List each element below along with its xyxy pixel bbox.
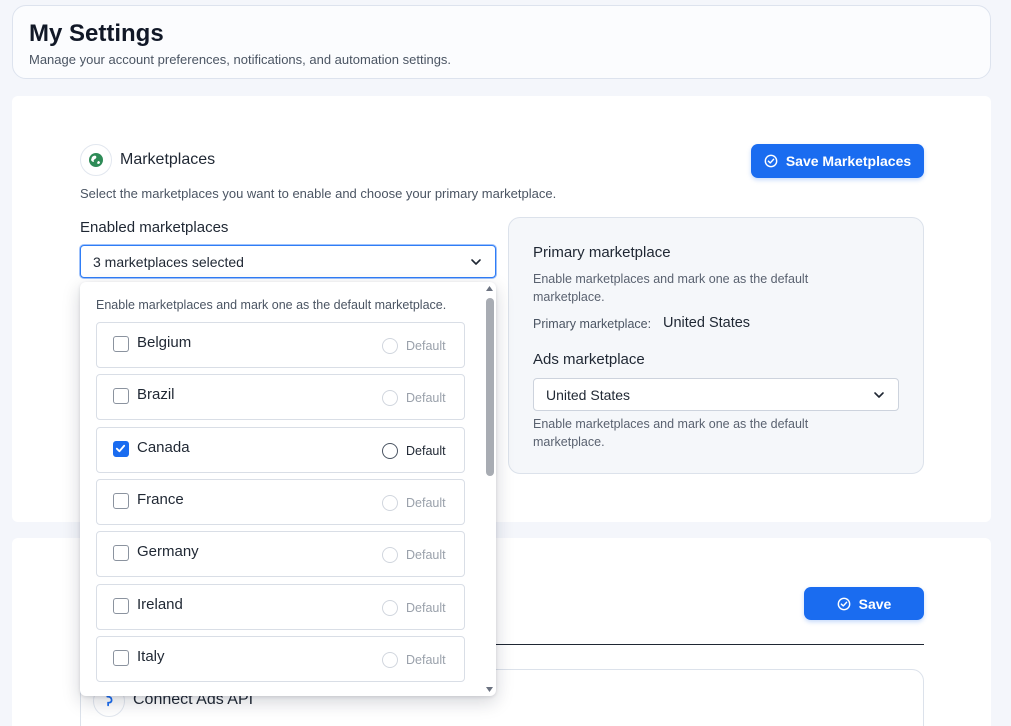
marketplace-name: Canada [137,439,190,456]
marketplace-name: Ireland [137,596,183,613]
marketplace-checkbox[interactable] [113,336,129,352]
scroll-down-arrow-icon[interactable] [485,685,494,694]
checkmark-icon [115,444,126,453]
save-button[interactable]: Save [804,587,924,620]
page-subtitle: Manage your account preferences, notific… [29,52,452,67]
primary-marketplace-hint: Enable marketplaces and mark one as the … [533,272,809,304]
check-circle-icon [837,597,851,610]
default-label: Default [406,339,446,353]
check-circle-icon [764,154,778,168]
enabled-marketplaces-value: 3 marketplaces selected [93,253,244,270]
marketplace-option[interactable]: Brazil Default [96,374,465,420]
primary-marketplace-current-value: United States [663,315,751,331]
chevron-down-icon [874,391,884,398]
marketplace-checkbox[interactable] [113,388,129,404]
default-radio [382,390,398,406]
default-label: Default [406,496,446,510]
marketplace-name: France [137,491,184,508]
marketplace-checkbox[interactable] [113,650,129,666]
ads-marketplace-value: United States [546,386,631,403]
enabled-marketplaces-label: Enabled marketplaces [80,219,229,236]
default-label: Default [406,548,446,562]
scroll-thumb[interactable] [486,298,494,476]
marketplace-name: Germany [137,543,199,560]
default-label: Default [406,444,446,458]
default-label: Default [406,601,446,615]
default-radio[interactable] [382,443,398,459]
save-label: Save [858,595,892,612]
globe-icon [80,144,112,176]
chevron-down-icon [471,258,481,265]
save-marketplaces-label: Save Marketplaces [785,153,912,169]
ads-marketplace-title: Ads marketplace [533,351,645,368]
default-label: Default [406,391,446,405]
marketplace-name: Brazil [137,386,175,403]
default-radio [382,652,398,668]
marketplace-checkbox[interactable] [113,598,129,614]
marketplace-option[interactable]: Belgium Default [96,322,465,368]
dropdown-hint: Enable marketplaces and mark one as the … [96,298,447,312]
marketplace-name: Belgium [137,334,192,351]
default-label: Default [406,653,446,667]
default-radio [382,495,398,511]
marketplace-checkbox[interactable] [113,441,129,457]
ads-marketplace-select[interactable]: United States [533,378,899,411]
default-radio [382,547,398,563]
marketplace-option[interactable]: France Default [96,479,465,525]
page-header: My Settings Manage your account preferen… [12,5,991,79]
marketplace-checkbox[interactable] [113,493,129,509]
primary-marketplace-current-label: Primary marketplace: [533,317,652,331]
marketplace-checkbox[interactable] [113,545,129,561]
primary-marketplace-panel: Primary marketplace Enable marketplaces … [508,217,924,474]
dropdown-scrollbar[interactable] [483,282,496,696]
save-marketplaces-button[interactable]: Save Marketplaces [751,144,924,178]
primary-marketplace-title: Primary marketplace [533,244,671,261]
default-radio [382,600,398,616]
marketplace-option[interactable]: Ireland Default [96,584,465,630]
marketplaces-description: Select the marketplaces you want to enab… [80,186,557,201]
page-title: My Settings [29,20,164,47]
scroll-up-arrow-icon[interactable] [485,284,494,293]
marketplace-option[interactable]: Italy Default [96,636,465,682]
marketplaces-title: Marketplaces [120,151,216,168]
marketplace-name: Italy [137,648,165,665]
default-radio [382,338,398,354]
marketplaces-dropdown: Enable marketplaces and mark one as the … [80,282,496,696]
marketplace-option[interactable]: Germany Default [96,531,465,577]
section-divider [496,644,924,645]
marketplace-option[interactable]: Canada Default [96,427,465,473]
enabled-marketplaces-select[interactable]: 3 marketplaces selected [80,245,496,278]
ads-marketplace-hint: Enable marketplaces and mark one as the … [533,417,809,449]
